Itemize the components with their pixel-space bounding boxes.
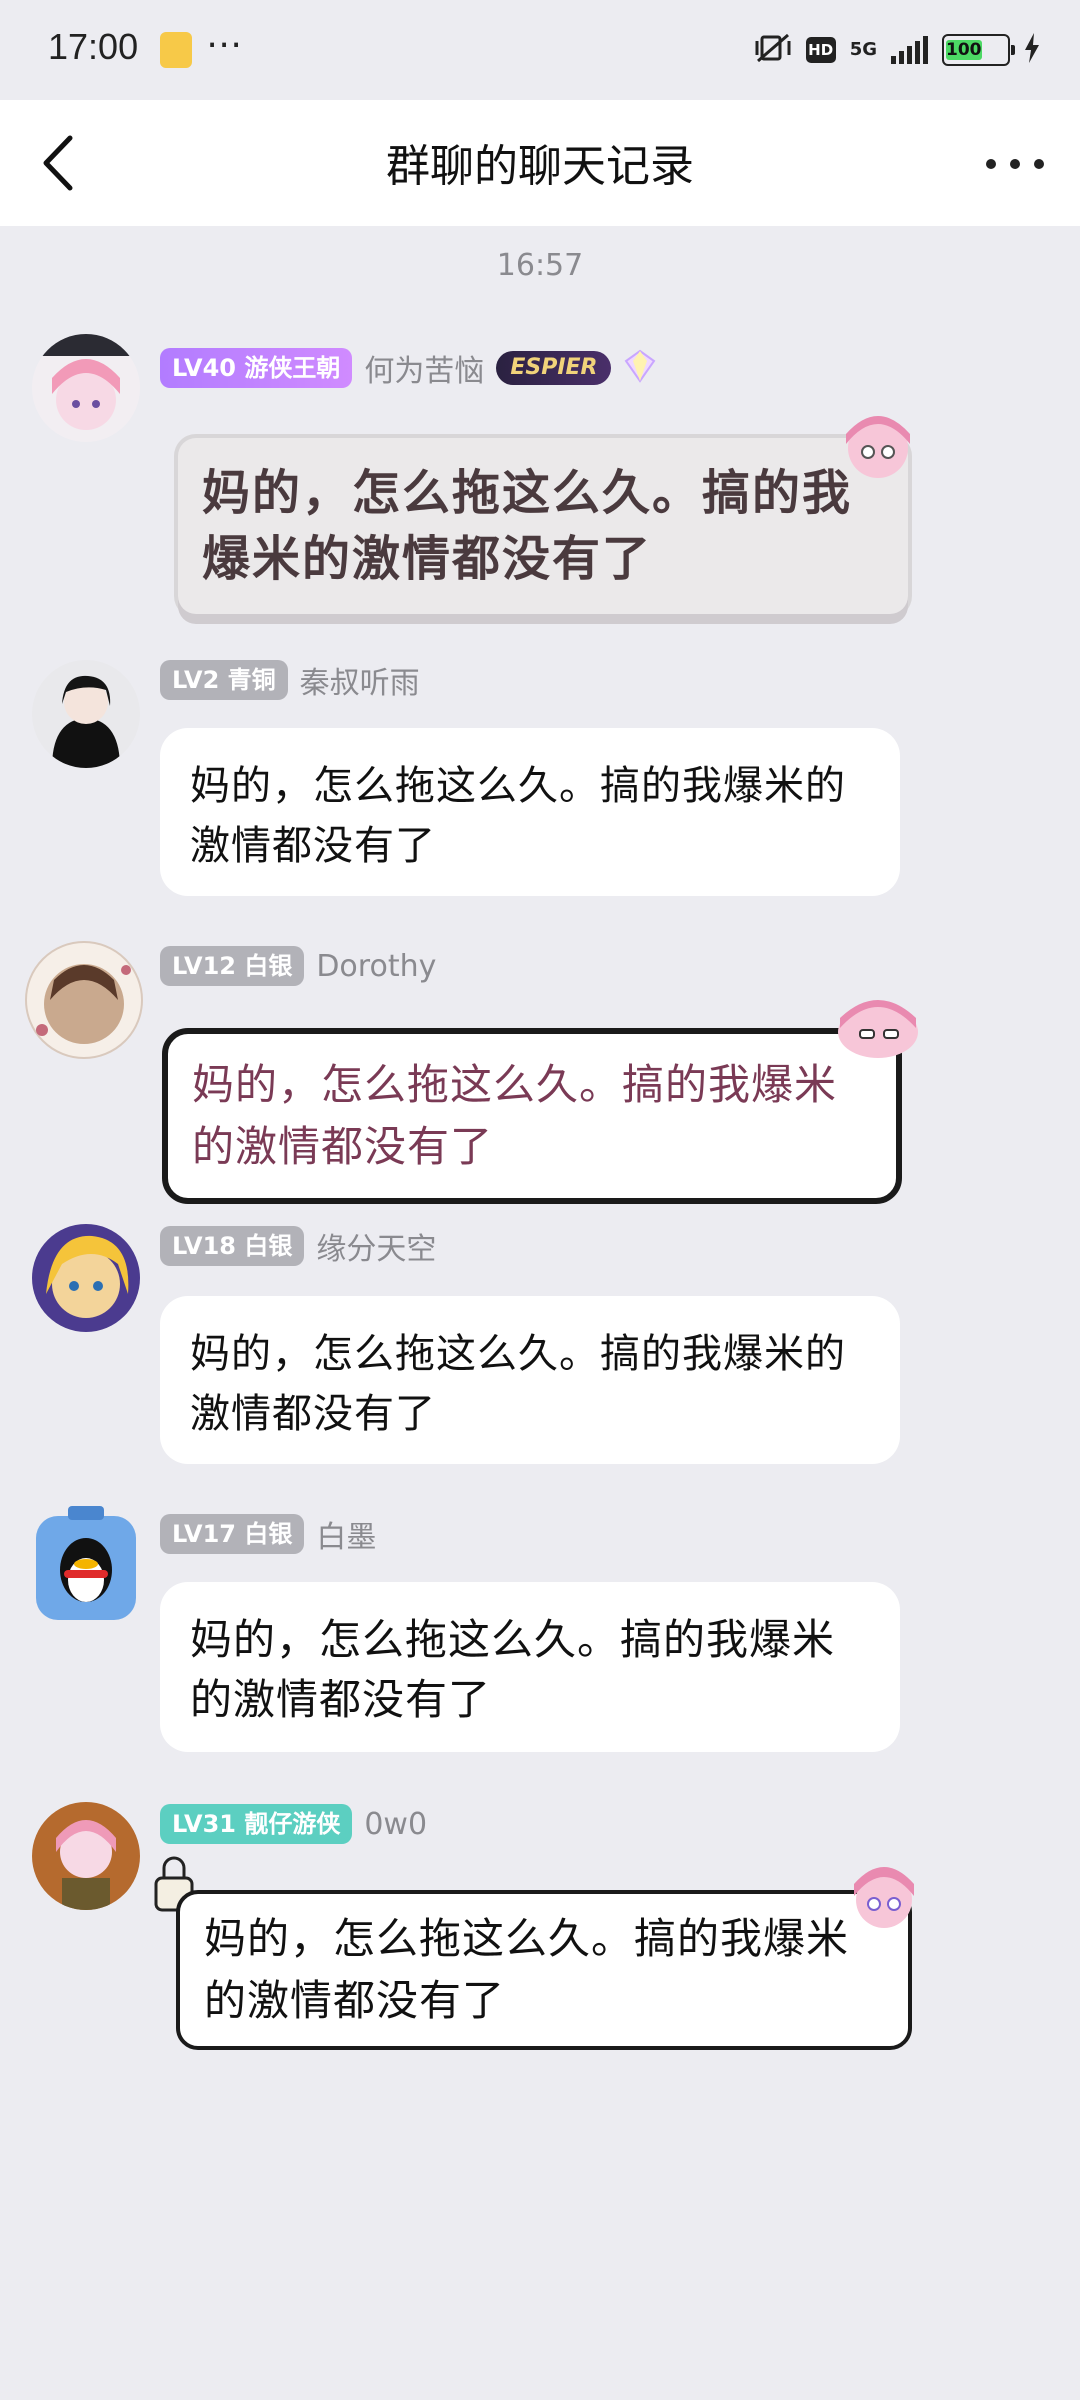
anime-girl-sticker-icon bbox=[836, 1854, 926, 1934]
level-badge: LV31 靓仔游侠 bbox=[160, 1804, 353, 1844]
nav-bar: 群聊的聊天记录 bbox=[0, 100, 1080, 226]
battery-level: 100 bbox=[946, 40, 982, 60]
level-badge: LV2 青铜 bbox=[160, 660, 288, 700]
level-badge: LV12 白银 bbox=[160, 946, 305, 986]
anime-girl-sticker-icon bbox=[830, 404, 920, 484]
sender-info: LV2 青铜 秦叔听雨 bbox=[160, 658, 420, 702]
status-time: 17:00 bbox=[48, 26, 139, 67]
level-badge: LV18 白银 bbox=[160, 1226, 305, 1266]
more-dots-icon[interactable] bbox=[980, 134, 1050, 194]
message-text: 妈的，怎么拖这么久。搞的我爆米的激情都没有了 bbox=[192, 1060, 838, 1171]
message-bubble[interactable]: 妈的，怎么拖这么久。搞的我爆米的激情都没有了 bbox=[160, 728, 900, 896]
battery-icon: 100 bbox=[942, 34, 1015, 66]
vibrate-mute-icon bbox=[754, 31, 792, 69]
message-text: 妈的，怎么拖这么久。搞的我爆米的激情都没有了 bbox=[190, 1615, 836, 1724]
status-bar: 17:00 ⋯ HD 5G 100 bbox=[0, 0, 1080, 100]
sender-nickname[interactable]: 0w0 bbox=[364, 1807, 427, 1842]
hd-icon: HD bbox=[805, 37, 836, 63]
sender-info: LV12 白银 Dorothy bbox=[160, 944, 436, 988]
message-text: 妈的，怎么拖这么久。搞的我爆米的激情都没有了 bbox=[190, 1331, 846, 1437]
page-title: 群聊的聊天记录 bbox=[386, 141, 694, 192]
anime-girl-sticker-icon bbox=[830, 992, 920, 1072]
message-text: 妈的，怎么拖这么久。搞的我爆米的激情都没有了 bbox=[204, 1914, 850, 2025]
avatar[interactable] bbox=[24, 940, 144, 1060]
message-bubble[interactable]: 妈的，怎么拖这么久。搞的我爆米的激情都没有了 bbox=[162, 1028, 902, 1204]
avatar[interactable] bbox=[32, 1802, 140, 1910]
status-indicators: HD 5G 100 bbox=[754, 26, 1040, 74]
sender-nickname[interactable]: Dorothy bbox=[316, 949, 436, 984]
message-timestamp: 16:57 bbox=[496, 248, 584, 283]
message-text: 妈的，怎么拖这么久。搞的我爆米的激情都没有了 bbox=[190, 763, 846, 869]
more-notifications-icon: ⋯ bbox=[206, 24, 244, 65]
message-bubble[interactable]: 妈的，怎么拖这么久。搞的我爆米的激情都没有了 bbox=[176, 1890, 912, 2050]
sender-nickname[interactable]: 何为苦恼 bbox=[364, 346, 484, 390]
level-badge: LV40 游侠王朝 bbox=[160, 348, 353, 388]
avatar[interactable] bbox=[28, 1506, 144, 1622]
sender-nickname[interactable]: 秦叔听雨 bbox=[300, 658, 420, 702]
sender-info: LV31 靓仔游侠 0w0 bbox=[160, 1802, 427, 1846]
message-bubble[interactable]: 妈的，怎么拖这么久。搞的我爆米的激情都没有了 bbox=[160, 1582, 900, 1752]
message-bubble[interactable]: 妈的，怎么拖这么久。搞的我爆米的激情都没有了 bbox=[160, 1296, 900, 1464]
avatar[interactable] bbox=[32, 334, 140, 442]
avatar[interactable] bbox=[32, 1224, 140, 1332]
espier-badge: ESPIER bbox=[496, 351, 612, 385]
sender-info: LV40 游侠王朝 何为苦恼 ESPIER bbox=[160, 346, 657, 390]
gem-icon bbox=[623, 349, 657, 387]
sender-nickname[interactable]: 缘分天空 bbox=[316, 1224, 436, 1268]
app-notification-icon bbox=[160, 32, 192, 68]
message-bubble[interactable]: 妈的，怎么拖这么久。搞的我爆米的激情都没有了 bbox=[178, 438, 908, 614]
sender-nickname[interactable]: 白墨 bbox=[316, 1512, 376, 1556]
message-text: 妈的，怎么拖这么久。搞的我爆米的激情都没有了 bbox=[202, 465, 853, 587]
network-type: 5G bbox=[849, 39, 877, 60]
avatar[interactable] bbox=[32, 660, 140, 768]
charging-bolt-icon bbox=[1024, 33, 1040, 67]
level-badge: LV17 白银 bbox=[160, 1514, 305, 1554]
sender-info: LV18 白银 缘分天空 bbox=[160, 1224, 436, 1268]
signal-bars-icon bbox=[891, 36, 928, 64]
sender-info: LV17 白银 白墨 bbox=[160, 1512, 376, 1556]
